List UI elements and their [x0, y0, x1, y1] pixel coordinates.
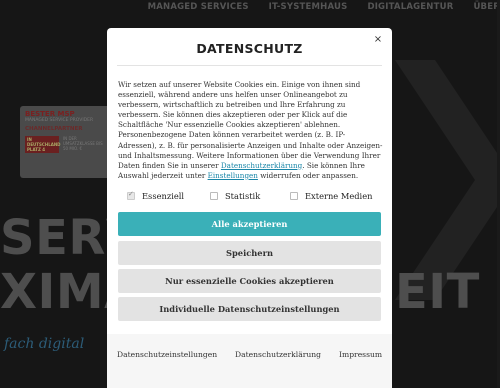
cookie-category-checkboxes: Essenziell Statistik Externe Medien: [118, 190, 383, 203]
checkbox-external-media-label: Externe Medien: [305, 191, 373, 201]
modal-title: DATENSCHUTZ: [196, 41, 303, 56]
settings-link[interactable]: Einstellungen: [208, 171, 258, 180]
top-navigation: MANAGED SERVICES IT-SYSTEMHAUS DIGITALAG…: [0, 0, 500, 14]
accept-essential-only-button[interactable]: Nur essenzielle Cookies akzeptieren: [118, 269, 381, 293]
individual-settings-button[interactable]: Individuelle Datenschutzeinstellungen: [118, 297, 381, 321]
title-divider: [117, 65, 382, 66]
nav-item-digitalagentur[interactable]: DIGITALAGENTUR: [367, 0, 453, 14]
footer-link-privacy-settings[interactable]: Datenschutzeinstellungen: [117, 350, 217, 359]
checkbox-essential[interactable]: Essenziell: [127, 190, 185, 201]
award-tag: IN DEUTSCHLAND PLATZ 4: [25, 136, 61, 153]
modal-body-text: Wir setzen auf unserer Website Cookies e…: [118, 80, 383, 181]
award-detail: IN DER UMSATZKLASSE BIS 50 MIO. €: [63, 136, 103, 151]
nav-item-managed-services[interactable]: MANAGED SERVICES: [148, 0, 249, 14]
checkbox-unchecked-icon: [290, 192, 298, 200]
checkbox-unchecked-icon: [210, 192, 218, 200]
award-title: BESTER MSP: [25, 110, 75, 118]
accept-all-button[interactable]: Alle akzeptieren: [118, 212, 381, 236]
body-text-part3: widerrufen oder anpassen.: [257, 170, 359, 180]
hero-headline-line2-end: EIT: [395, 264, 480, 320]
checkbox-external-media[interactable]: Externe Medien: [290, 191, 372, 201]
award-subtitle: MANAGED SERVICE PROVIDER: [25, 118, 94, 123]
footer-link-imprint[interactable]: Impressum: [339, 350, 382, 359]
award-badge: BESTER MSP MANAGED SERVICE PROVIDER CHAN…: [20, 106, 110, 178]
checkbox-statistics-label: Statistik: [225, 191, 261, 201]
privacy-modal: × DATENSCHUTZ Wir setzen auf unserer Web…: [107, 28, 392, 388]
privacy-policy-link[interactable]: Datenschutzerklärung: [221, 161, 302, 170]
checkbox-essential-label: Essenziell: [142, 191, 185, 201]
footer-link-privacy-policy[interactable]: Datenschutzerklärung: [235, 350, 321, 359]
modal-footer: Datenschutzeinstellungen Datenschutzerkl…: [107, 334, 392, 388]
hero-tagline: fach digital: [4, 336, 85, 352]
nav-item-it-systemhaus[interactable]: IT-SYSTEMHAUS: [269, 0, 348, 14]
award-brand: CHANNELPARTNER: [25, 126, 83, 132]
body-text-part1: Wir setzen auf unserer Website Cookies e…: [118, 80, 383, 170]
save-button[interactable]: Speichern: [118, 241, 381, 265]
checkbox-checked-icon: [127, 190, 135, 200]
checkbox-statistics[interactable]: Statistik: [210, 191, 260, 201]
